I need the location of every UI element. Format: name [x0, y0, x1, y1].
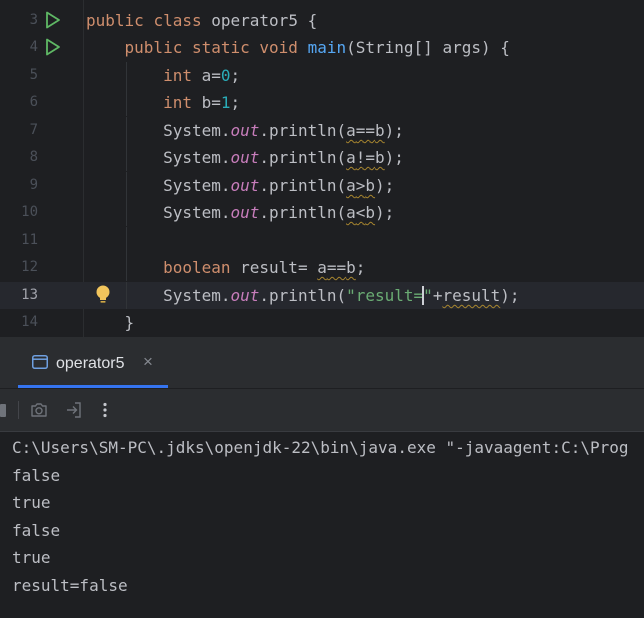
- code-line-8[interactable]: 8 System.out.println(a!=b);: [0, 144, 644, 171]
- run-tool-tabbar: operator5 ×: [0, 338, 644, 388]
- code-line-13[interactable]: 13 System.out.println("result="+result);: [0, 282, 644, 309]
- code-text: System.out.println(a!=b);: [163, 148, 404, 167]
- code-editor[interactable]: 3 public class operator5 { 4 public stat…: [0, 0, 644, 337]
- code-text: public static void main(String[] args) {: [124, 38, 510, 57]
- code-text: boolean result= a==b;: [163, 258, 366, 277]
- console-line: false: [12, 466, 61, 485]
- code-text: System.out.println(a>b);: [163, 176, 395, 195]
- run-main-icon[interactable]: [45, 38, 61, 56]
- toolbar-separator: [18, 401, 19, 419]
- run-class-icon[interactable]: [45, 11, 61, 29]
- line-number: 8: [29, 149, 38, 165]
- code-line-14[interactable]: 14 }: [0, 309, 644, 336]
- code-line-4[interactable]: 4 public static void main(String[] args)…: [0, 34, 644, 61]
- code-text: }: [124, 313, 135, 332]
- console-line: false: [12, 521, 61, 540]
- camera-icon[interactable]: [29, 400, 49, 420]
- line-number: 6: [29, 94, 38, 110]
- console-line: result=false: [12, 576, 128, 595]
- code-line-7[interactable]: 7 System.out.println(a==b);: [0, 117, 644, 144]
- line-number: 10: [21, 204, 38, 220]
- code-text: int b=1;: [163, 93, 241, 112]
- close-tab-button[interactable]: ×: [143, 352, 153, 372]
- code-text: int a=0;: [163, 66, 241, 85]
- line-number: 9: [29, 177, 38, 193]
- line-number: 7: [29, 122, 38, 138]
- console-window-icon: [32, 355, 48, 369]
- line-number: 12: [21, 259, 38, 275]
- code-line-5[interactable]: 5 int a=0;: [0, 62, 644, 89]
- active-tab-indicator: [18, 385, 168, 388]
- line-number: 4: [29, 39, 38, 55]
- line-number: 3: [29, 12, 38, 28]
- code-line-9[interactable]: 9 System.out.println(a>b);: [0, 172, 644, 199]
- line-number: 14: [21, 314, 38, 330]
- console-output[interactable]: C:\Users\SM-PC\.jdks\openjdk-22\bin\java…: [0, 432, 644, 618]
- code-line-3[interactable]: 3 public class operator5 {: [0, 7, 644, 34]
- code-text: System.out.println(a==b);: [163, 121, 404, 140]
- code-line-12[interactable]: 12 boolean result= a==b;: [0, 254, 644, 281]
- code-text: System.out.println("result="+result);: [163, 286, 520, 305]
- code-line-10[interactable]: 10 System.out.println(a<b);: [0, 199, 644, 226]
- line-number: 13: [21, 287, 38, 303]
- tab-label: operator5: [56, 355, 125, 372]
- console-toolbar: [0, 389, 644, 432]
- code-line-11[interactable]: 11: [0, 227, 644, 254]
- console-line: true: [12, 493, 51, 512]
- code-line-6[interactable]: 6 int b=1;: [0, 89, 644, 116]
- more-vertical-icon[interactable]: [95, 400, 115, 420]
- code-text: public class operator5 {: [86, 11, 318, 30]
- indent-guide: [126, 227, 127, 254]
- line-number: 5: [29, 67, 38, 83]
- console-line: true: [12, 548, 51, 567]
- console-line: C:\Users\SM-PC\.jdks\openjdk-22\bin\java…: [12, 438, 629, 457]
- stop-icon[interactable]: [0, 404, 6, 417]
- exit-icon[interactable]: [64, 400, 84, 420]
- line-number: 11: [21, 232, 38, 248]
- tab-operator5[interactable]: operator5 ×: [18, 338, 168, 388]
- code-text: System.out.println(a<b);: [163, 203, 395, 222]
